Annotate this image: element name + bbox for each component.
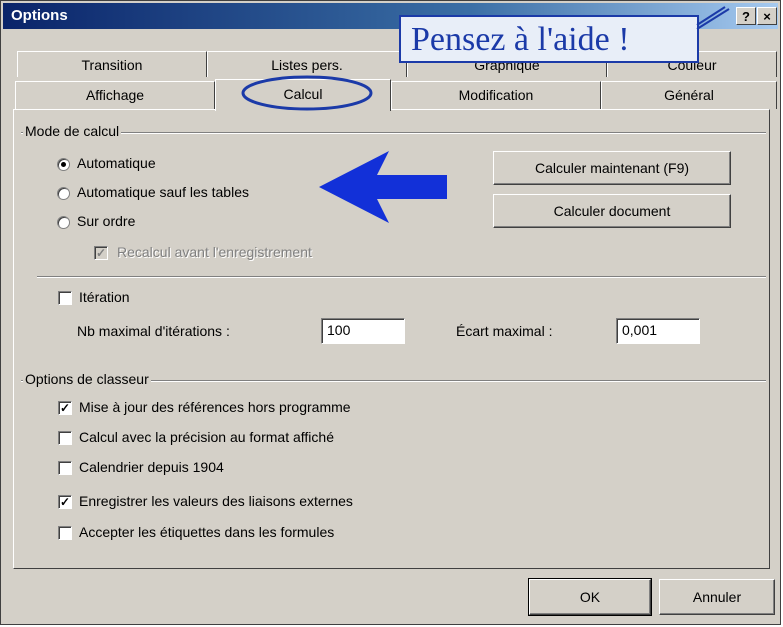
checkbox-accepter-etiquettes-label[interactable]: Accepter les étiquettes dans les formule…	[79, 524, 334, 540]
help-callout: Pensez à l'aide !	[399, 15, 699, 63]
tab-affichage[interactable]: Affichage	[15, 81, 215, 109]
tab-transition[interactable]: Transition	[17, 51, 207, 77]
ok-button[interactable]: OK	[528, 578, 652, 616]
group-mode-calcul-label: Mode de calcul	[23, 123, 122, 139]
checkbox-iteration-label[interactable]: Itération	[79, 289, 130, 305]
calcul-highlight-icon	[241, 75, 373, 111]
radio-automatique-sauf-tables-label[interactable]: Automatique sauf les tables	[77, 184, 249, 200]
options-dialog: Options ? × Pensez à l'aide ! Transition…	[0, 0, 781, 625]
callout-text: Pensez à l'aide !	[411, 21, 630, 58]
checkbox-accepter-etiquettes[interactable]	[58, 526, 72, 540]
checkbox-enregistrer-liaisons-label[interactable]: Enregistrer les valeurs des liaisons ext…	[79, 493, 353, 509]
group-classeur-label: Options de classeur	[23, 371, 151, 387]
close-button[interactable]: ×	[757, 7, 777, 25]
group-divider	[21, 132, 766, 134]
checkbox-enregistrer-liaisons[interactable]: ✓	[58, 495, 72, 509]
max-gap-label: Écart maximal :	[456, 323, 553, 339]
checkbox-calendrier-1904[interactable]	[58, 461, 72, 475]
checkbox-recalcul-label: Recalcul avant l'enregistrement	[117, 244, 312, 260]
radio-automatique-sauf-tables[interactable]	[57, 187, 70, 200]
tab-modification[interactable]: Modification	[391, 81, 601, 109]
arrow-left-icon	[319, 151, 447, 223]
checkbox-mise-a-jour-refs[interactable]: ✓	[58, 401, 72, 415]
radio-automatique-label[interactable]: Automatique	[77, 155, 156, 171]
calculer-maintenant-button[interactable]: Calculer maintenant (F9)	[493, 151, 731, 185]
max-iterations-label: Nb maximal d'itérations :	[77, 323, 230, 339]
window-title: Options	[11, 7, 68, 24]
callout-pointer-icon	[696, 6, 730, 30]
radio-sur-ordre[interactable]	[57, 216, 70, 229]
max-iterations-input[interactable]: 100	[321, 318, 405, 344]
checkbox-iteration[interactable]	[58, 291, 72, 305]
radio-sur-ordre-label[interactable]: Sur ordre	[77, 213, 135, 229]
checkbox-precision-format-label[interactable]: Calcul avec la précision au format affic…	[79, 429, 334, 445]
checkbox-calendrier-1904-label[interactable]: Calendrier depuis 1904	[79, 459, 224, 475]
cancel-button[interactable]: Annuler	[659, 579, 775, 615]
iteration-divider	[37, 276, 766, 278]
checkbox-mise-a-jour-refs-label[interactable]: Mise à jour des références hors programm…	[79, 399, 351, 415]
checkbox-recalcul[interactable]: ✓	[94, 246, 108, 260]
max-gap-input[interactable]: 0,001	[616, 318, 700, 344]
calculer-document-button[interactable]: Calculer document	[493, 194, 731, 228]
tab-general[interactable]: Général	[601, 81, 777, 109]
help-button[interactable]: ?	[736, 7, 756, 25]
radio-automatique[interactable]	[57, 158, 70, 171]
checkbox-precision-format[interactable]	[58, 431, 72, 445]
